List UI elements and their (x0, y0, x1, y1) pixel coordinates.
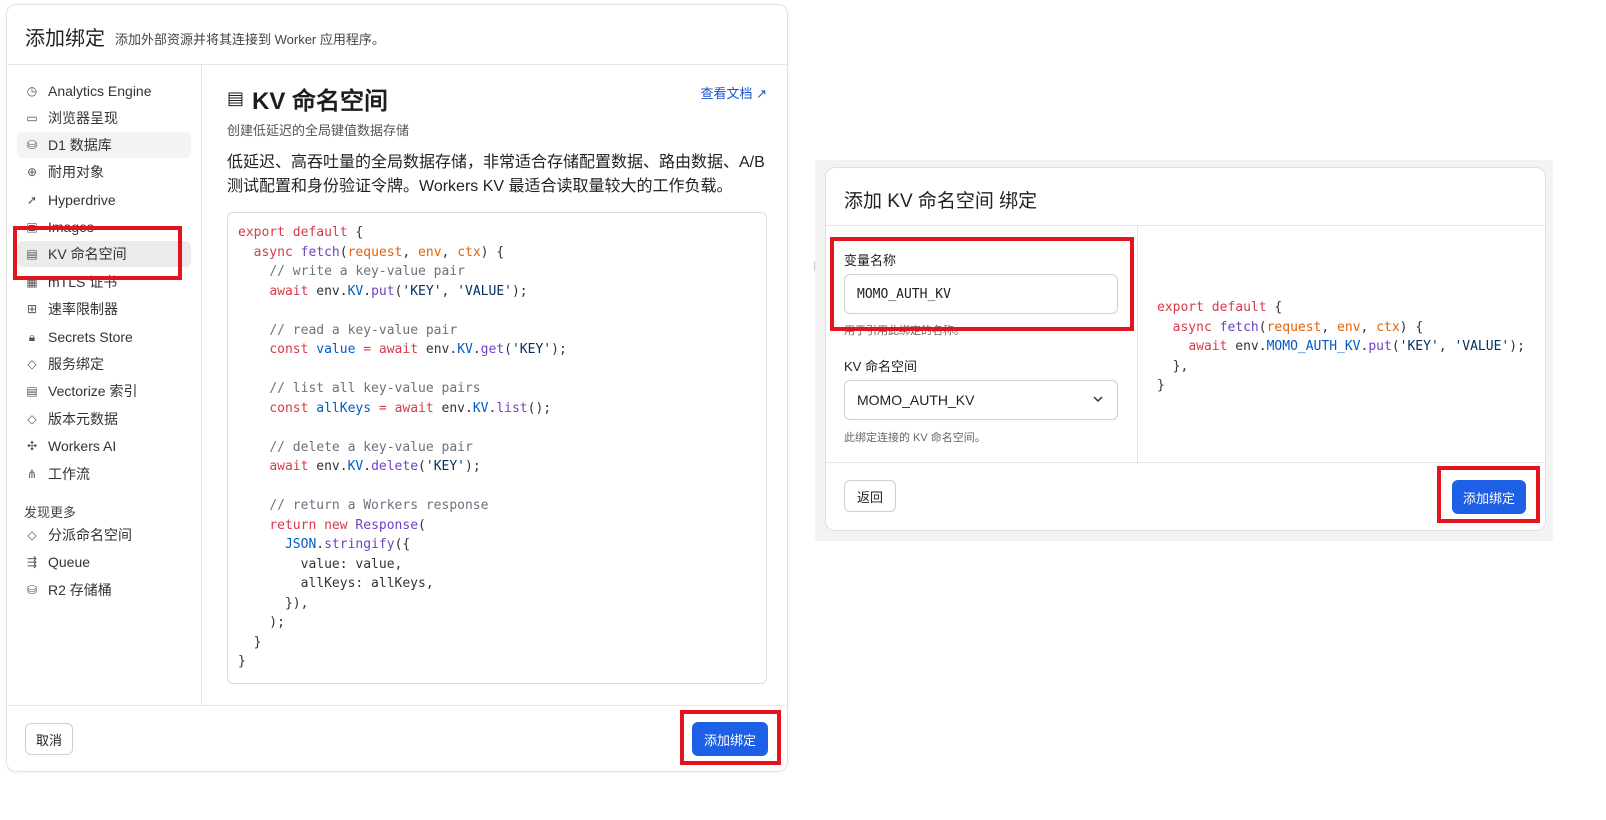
dialog-header: 添加 KV 命名空间 绑定 (826, 168, 1545, 226)
bucket-icon: ⛁ (26, 583, 38, 597)
sidebar-item-workers-ai[interactable]: ✣ Workers AI (17, 433, 191, 459)
lock-icon: 🔒︎ (28, 329, 36, 344)
sidebar-item-hyperdrive[interactable]: ➚ Hyperdrive (17, 187, 191, 213)
sidebar-item-label: R2 存储桶 (48, 582, 112, 598)
rocket-icon: ➚ (26, 193, 38, 207)
highlight-box (1437, 466, 1540, 523)
dispatch-icon: ◇ (27, 528, 37, 542)
sidebar-item-queue[interactable]: ⇶ Queue (17, 549, 191, 575)
kv-namespace-selected-value: MOMO_AUTH_KV (857, 392, 975, 408)
binding-type-sidebar: ◷ Analytics Engine ▭ 浏览器呈现 ⛁ D1 数据库 ⊕ 耐用… (7, 65, 202, 706)
ai-sparkle-icon: ✣ (26, 439, 38, 453)
sidebar-item-analytics-engine[interactable]: ◷ Analytics Engine (17, 78, 191, 104)
sidebar-item-label: Workers AI (48, 438, 117, 454)
globe-icon: ⊕ (26, 165, 38, 179)
kv-namespace-heading: ▤ KV 命名空间 (227, 81, 388, 116)
code-preview: export default { async fetch(request, en… (1157, 300, 1525, 393)
sidebar-item-label: 服务绑定 (48, 356, 104, 372)
kv-namespace-description: 低延迟、高吞吐量的全局数据存储，非常适合存储配置数据、路由数据、A/B 测试配置… (227, 154, 765, 195)
queue-icon: ⇶ (26, 555, 38, 569)
cancel-button[interactable]: 取消 (25, 723, 73, 755)
vector-icon: ▤ (26, 384, 38, 398)
highlight-box (830, 237, 1134, 331)
chevron-down-icon (1093, 396, 1103, 403)
sidebar-item-label: 工作流 (48, 466, 90, 482)
code-example: export default { async fetch(request, en… (227, 212, 767, 684)
back-button[interactable]: 返回 (844, 480, 896, 512)
sidebar-item-label: 耐用对象 (48, 164, 104, 180)
kv-namespace-select[interactable]: MOMO_AUTH_KV (844, 380, 1118, 420)
version-icon: ◇ (27, 412, 37, 426)
sidebar-item-workflows[interactable]: ⋔ 工作流 (17, 461, 191, 487)
sidebar-item-version-metadata[interactable]: ◇ 版本元数据 (17, 406, 191, 432)
discover-more-heading: 发现更多 (24, 505, 77, 520)
kv-namespace-title: KV 命名空间 (252, 88, 389, 115)
dialog-title: 添加绑定 (25, 28, 105, 50)
view-docs-link[interactable]: 查看文档 ↗ (700, 83, 767, 102)
sidebar-item-dispatch-namespace[interactable]: ◇ 分派命名空间 (17, 522, 191, 548)
dialog-header: 添加绑定 添加外部资源并将其连接到 Worker 应用程序。 (7, 5, 787, 65)
dialog-footer: 取消 添加绑定 (7, 705, 787, 771)
kv-namespace-label: KV 命名空间 (844, 359, 917, 374)
sidebar-item-vectorize[interactable]: ▤ Vectorize 索引 (17, 378, 191, 404)
sidebar-item-secrets-store[interactable]: 🔒︎ Secrets Store (17, 324, 191, 350)
highlight-box (680, 710, 781, 765)
binding-detail-panel: ▤ KV 命名空间 查看文档 ↗ 创建低延迟的全局键值数据存储 低延迟、高吞吐量… (203, 65, 789, 706)
dialog-subtitle: 添加外部资源并将其连接到 Worker 应用程序。 (115, 32, 385, 47)
sidebar-item-label: D1 数据库 (48, 137, 112, 153)
sidebar-item-label: 速率限制器 (48, 301, 118, 317)
database-icon: ⛁ (26, 138, 38, 152)
sidebar-item-label: Vectorize 索引 (48, 383, 138, 399)
kv-icon: ▤ (227, 88, 245, 108)
sidebar-item-d1-database[interactable]: ⛁ D1 数据库 (17, 132, 191, 158)
sidebar-item-label: Analytics Engine (48, 83, 152, 99)
sidebar-item-label: 浏览器呈现 (48, 110, 118, 126)
rate-limit-icon: ⊞ (26, 302, 38, 316)
kv-namespace-hint: 此绑定连接的 KV 命名空间。 (844, 432, 986, 444)
sidebar-item-label: 分派命名空间 (48, 527, 132, 543)
sidebar-item-label: 版本元数据 (48, 411, 118, 427)
workflow-icon: ⋔ (26, 467, 38, 481)
sidebar-item-label: Secrets Store (48, 329, 133, 345)
sidebar-item-rate-limiter[interactable]: ⊞ 速率限制器 (17, 296, 191, 322)
sidebar-item-label: Hyperdrive (48, 192, 116, 208)
kv-namespace-subtitle: 创建低延迟的全局键值数据存储 (227, 123, 410, 138)
clock-icon: ◷ (26, 84, 38, 98)
sidebar-item-service-binding[interactable]: ◇ 服务绑定 (17, 351, 191, 377)
sidebar-item-r2-bucket[interactable]: ⛁ R2 存储桶 (17, 577, 191, 603)
sidebar-item-browser-rendering[interactable]: ▭ 浏览器呈现 (17, 105, 191, 131)
sidebar-item-label: Queue (48, 554, 91, 570)
service-icon: ◇ (27, 357, 37, 371)
dialog-title: 添加 KV 命名空间 绑定 (844, 191, 1038, 212)
highlight-box (13, 226, 182, 280)
browser-icon: ▭ (26, 111, 38, 125)
sidebar-item-durable-objects[interactable]: ⊕ 耐用对象 (17, 159, 191, 185)
add-binding-dialog: 添加绑定 添加外部资源并将其连接到 Worker 应用程序。 ◷ Analyti… (6, 4, 788, 772)
